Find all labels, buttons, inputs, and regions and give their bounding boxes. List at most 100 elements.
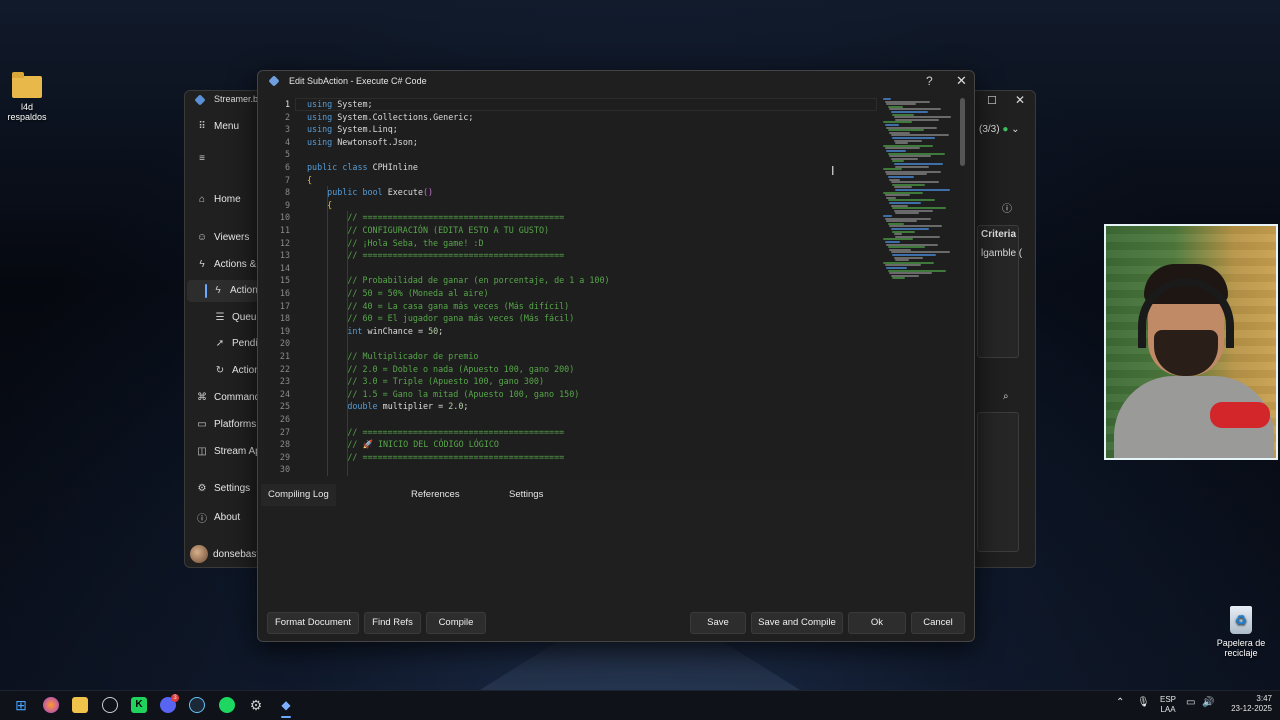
tab-settings[interactable]: Settings xyxy=(509,484,543,506)
code-line[interactable]: 25 double multiplier = 2.0; xyxy=(265,400,885,413)
minimap-line xyxy=(887,246,925,249)
close-icon[interactable]: ✕ xyxy=(1015,93,1025,107)
minimap[interactable] xyxy=(883,98,953,288)
line-number: 27 xyxy=(279,426,290,437)
info-icon[interactable]: ⓘ xyxy=(1002,200,1012,215)
format-document-button[interactable]: Format Document xyxy=(267,612,359,634)
hamburger-button[interactable]: ≡ xyxy=(196,153,208,164)
language-indicator[interactable]: ESP LAA xyxy=(1157,695,1179,715)
code-line[interactable]: 27 // ==================================… xyxy=(265,426,885,439)
sidebar-item-about[interactable]: ⓘ About xyxy=(196,510,240,525)
code-line[interactable]: 11 // CONFIGURACIÓN (EDITA ESTO A TU GUS… xyxy=(265,224,885,237)
dialog-close-icon[interactable]: ✕ xyxy=(956,73,967,89)
code-line[interactable]: 15 // Probabilidad de ganar (en porcenta… xyxy=(265,274,885,287)
desktop-folder[interactable]: l4d respaldos xyxy=(2,72,52,122)
line-number: 29 xyxy=(279,451,290,462)
code-line[interactable]: 10 // ==================================… xyxy=(265,211,885,224)
minimap-line xyxy=(889,202,921,204)
home-icon: ⌂ xyxy=(198,194,206,205)
microphone-icon[interactable]: 🎙 xyxy=(1137,698,1150,708)
actions-icon: ϟ xyxy=(199,259,205,270)
find-refs-button[interactable]: Find Refs xyxy=(364,612,421,634)
compile-button[interactable]: Compile xyxy=(426,612,486,634)
sidebar-item-actions[interactable]: ϟ Actions & xyxy=(196,259,256,270)
desktop-recycle-bin[interactable]: ♻ Papelera de reciclaje xyxy=(1216,606,1266,658)
tab-compiling-log[interactable]: Compiling Log xyxy=(261,484,336,506)
code-line[interactable]: 19 int winChance = 50; xyxy=(265,325,885,338)
code-line[interactable]: 8 public bool Execute() xyxy=(265,186,885,199)
firefox-icon[interactable] xyxy=(43,697,59,713)
code-editor[interactable]: 1 using System; 2 using System.Collections.… xyxy=(265,98,965,480)
code-line[interactable]: 13 // ==================================… xyxy=(265,249,885,262)
sidebar-item-pendi[interactable]: ➚ Pendi xyxy=(214,338,258,349)
kick-icon[interactable]: K xyxy=(131,697,147,713)
sidebar-item-settings[interactable]: ⚙ Settings xyxy=(196,483,251,494)
minimap-line xyxy=(893,163,943,165)
sidebar-item-action[interactable]: ϟ Action xyxy=(212,285,257,296)
cancel-button[interactable]: Cancel xyxy=(911,612,965,634)
clock[interactable]: 3:47 23-12-2025 xyxy=(1222,694,1272,714)
code-line[interactable]: 18 // 60 = El jugador gana más veces (Má… xyxy=(265,312,885,325)
editor-scrollbar[interactable] xyxy=(959,98,965,480)
code-line[interactable]: 24 // 1.5 = Gano la mitad (Apuesto 100, … xyxy=(265,388,885,401)
sidebar-item-viewers[interactable]: ☺ Viewers xyxy=(196,232,250,243)
search-icon[interactable]: ⌕ xyxy=(1003,391,1009,402)
code-line[interactable]: 9 { xyxy=(265,199,885,212)
code-line[interactable]: 14 xyxy=(265,262,885,275)
sidebar-item-home[interactable]: ⌂ Home xyxy=(196,194,241,205)
volume-icon[interactable]: 🔊 xyxy=(1202,698,1214,708)
code-line[interactable]: 28 // 🚀 INICIO DEL CÓDIGO LÓGICO xyxy=(265,438,885,451)
save-button[interactable]: Save xyxy=(690,612,746,634)
tray-chevron-icon[interactable]: ⌃ xyxy=(1116,698,1124,708)
file-explorer-icon[interactable] xyxy=(72,697,88,713)
scroll-thumb[interactable] xyxy=(960,98,965,166)
compiling-log-area[interactable] xyxy=(261,506,971,606)
tabs-count[interactable]: (3/3) ● ⌄ xyxy=(979,124,1020,135)
avatar[interactable] xyxy=(190,545,208,563)
line-code: using System.Collections.Generic; xyxy=(307,111,474,122)
sidebar-item-queu[interactable]: ☰ Queu xyxy=(214,312,257,323)
code-line[interactable]: 3 using System.Linq; xyxy=(265,123,885,136)
code-line[interactable]: 23 // 3.0 = Triple (Apuesto 100, gano 30… xyxy=(265,375,885,388)
tab-references[interactable]: References xyxy=(411,484,460,506)
maximize-icon[interactable]: ☐ xyxy=(987,94,997,107)
code-line[interactable]: 30 xyxy=(265,463,885,476)
code-line[interactable]: 29 // ==================================… xyxy=(265,451,885,464)
code-line[interactable]: 7{ xyxy=(265,174,885,187)
code-line[interactable]: 21 // Multiplicador de premio xyxy=(265,350,885,363)
sidebar-item-action[interactable]: ↻ Action xyxy=(214,365,260,376)
sidebar-item-label: Settings xyxy=(214,483,251,494)
ok-button[interactable]: Ok xyxy=(848,612,906,634)
minimap-line xyxy=(892,254,936,256)
code-line[interactable]: 5 xyxy=(265,148,885,161)
code-line[interactable]: 2 using System.Collections.Generic; xyxy=(265,111,885,124)
sidebar-item-label: Home xyxy=(214,194,241,205)
code-line[interactable]: 26 xyxy=(265,413,885,426)
menu-button[interactable]: ⠿ Menu xyxy=(196,121,239,132)
code-line[interactable]: 4 using Newtonsoft.Json; xyxy=(265,136,885,149)
save-and-compile-button[interactable]: Save and Compile xyxy=(751,612,843,634)
spotify-icon[interactable] xyxy=(219,697,235,713)
line-number: 7 xyxy=(284,174,290,185)
code-line[interactable]: 12 // ¡Hola Seba, the game! :D xyxy=(265,237,885,250)
sidebar-item-stream-ap[interactable]: ◫ Stream Ap xyxy=(196,446,260,457)
line-number: 30 xyxy=(279,464,290,475)
code-line[interactable]: 17 // 40 = La casa gana más veces (Más d… xyxy=(265,300,885,313)
settings-gear-icon[interactable]: ⚙ xyxy=(248,697,264,713)
code-line[interactable]: 20 xyxy=(265,337,885,350)
sidebar-item-platforms[interactable]: ▭ Platforms xyxy=(196,419,256,430)
queues-icon: ☰ xyxy=(215,312,225,323)
steam-icon[interactable] xyxy=(189,697,205,713)
code-line[interactable]: 6 public class CPHInline xyxy=(265,161,885,174)
line-code: // =====================================… xyxy=(347,250,565,261)
windows-start-icon[interactable]: ⊞ xyxy=(13,697,29,713)
streamerbot-taskbar-icon[interactable]: ◆ xyxy=(278,697,294,713)
sidebar-item-command[interactable]: ⌘ Command xyxy=(196,392,260,403)
network-icon[interactable]: ▭ xyxy=(1186,698,1195,708)
code-line[interactable]: 1 using System; xyxy=(265,98,885,111)
obs-icon[interactable] xyxy=(102,697,118,713)
code-line[interactable]: 16 // 50 = 50% (Moneda al aire) xyxy=(265,287,885,300)
help-icon[interactable]: ? xyxy=(926,74,933,88)
line-number: 19 xyxy=(279,325,290,336)
code-line[interactable]: 22 // 2.0 = Doble o nada (Apuesto 100, g… xyxy=(265,363,885,376)
